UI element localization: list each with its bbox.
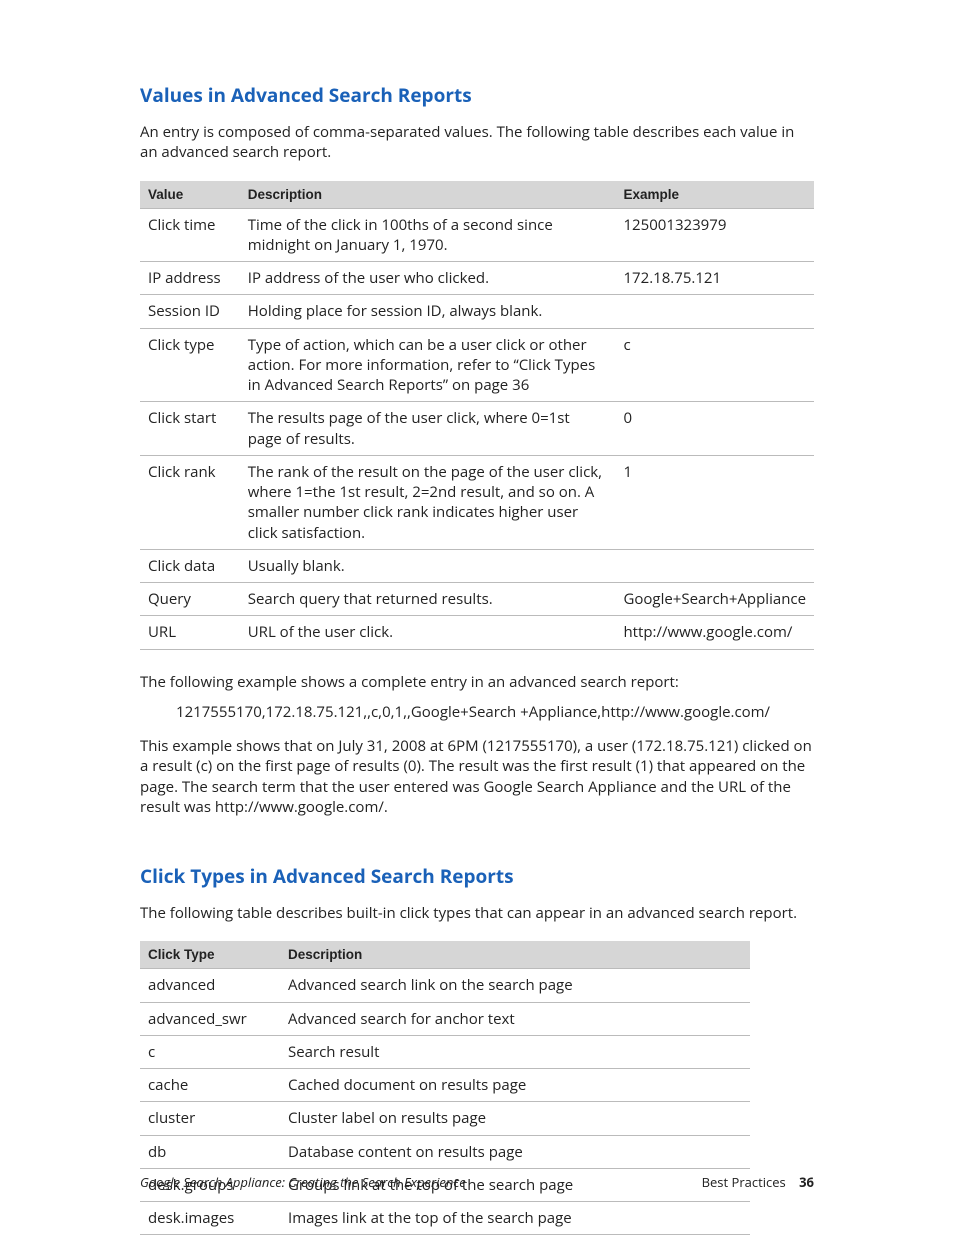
cell-description: The rank of the result on the page of th… — [240, 455, 616, 549]
footer-page-number: 36 — [799, 1173, 814, 1191]
cell-click-type: advanced — [140, 969, 280, 1002]
cell-description: Database content on results page — [280, 1135, 750, 1168]
table-values: Value Description Example Click time Tim… — [140, 181, 814, 650]
table-row: Click data Usually blank. — [140, 549, 814, 582]
cell-description: IP address of the user who clicked. — [240, 262, 616, 295]
table-row: cache Cached document on results page — [140, 1069, 750, 1102]
cell-value: Click time — [140, 208, 240, 262]
cell-value: Click type — [140, 328, 240, 402]
cell-value: Click rank — [140, 455, 240, 549]
footer-doc-title: Google Search Appliance: Creating the Se… — [140, 1173, 466, 1191]
cell-description: The results page of the user click, wher… — [240, 402, 616, 456]
footer-right: Best Practices 36 — [702, 1173, 814, 1191]
cell-click-type: cache — [140, 1069, 280, 1102]
cell-description: URL of the user click. — [240, 616, 616, 649]
table-row: db Database content on results page — [140, 1135, 750, 1168]
table-row: IP address IP address of the user who cl… — [140, 262, 814, 295]
col-header-value: Value — [140, 181, 240, 209]
cell-value: URL — [140, 616, 240, 649]
cell-description: Holding place for session ID, always bla… — [240, 295, 616, 328]
cell-click-type: cluster — [140, 1102, 280, 1135]
table-row: URL URL of the user click. http://www.go… — [140, 616, 814, 649]
intro-paragraph-1: An entry is composed of comma-separated … — [140, 122, 814, 163]
cell-value: IP address — [140, 262, 240, 295]
col-header-description: Description — [240, 181, 616, 209]
table-row: Query Search query that returned results… — [140, 583, 814, 616]
cell-value: Query — [140, 583, 240, 616]
example-intro: The following example shows a complete e… — [140, 672, 814, 692]
col-header-description: Description — [280, 941, 750, 969]
cell-click-type: db — [140, 1135, 280, 1168]
cell-example — [615, 295, 814, 328]
cell-click-type: desk.images — [140, 1202, 280, 1235]
cell-value: Session ID — [140, 295, 240, 328]
cell-description: Advanced search for anchor text — [280, 1002, 750, 1035]
cell-click-type: c — [140, 1035, 280, 1068]
cell-description: Time of the click in 100ths of a second … — [240, 208, 616, 262]
cell-example: c — [615, 328, 814, 402]
intro-paragraph-2: The following table describes built-in c… — [140, 903, 814, 923]
footer-section-label: Best Practices — [702, 1173, 786, 1191]
cell-value: Click start — [140, 402, 240, 456]
cell-description: Cached document on results page — [280, 1069, 750, 1102]
table-row: advanced_swr Advanced search for anchor … — [140, 1002, 750, 1035]
cell-example: 1 — [615, 455, 814, 549]
table-row: c Search result — [140, 1035, 750, 1068]
table-header-row: Value Description Example — [140, 181, 814, 209]
cell-description: Search query that returned results. — [240, 583, 616, 616]
col-header-example: Example — [615, 181, 814, 209]
cell-example: 172.18.75.121 — [615, 262, 814, 295]
table-row: Click time Time of the click in 100ths o… — [140, 208, 814, 262]
cell-description: Images link at the top of the search pag… — [280, 1202, 750, 1235]
heading-click-types-advanced-search-reports: Click Types in Advanced Search Reports — [140, 863, 814, 889]
cell-description: Advanced search link on the search page — [280, 969, 750, 1002]
table-row: Click rank The rank of the result on the… — [140, 455, 814, 549]
cell-example: Google+Search+Appliance — [615, 583, 814, 616]
cell-example — [615, 549, 814, 582]
cell-example: 0 — [615, 402, 814, 456]
example-entry-line: 1217555170,172.18.75.121,,c,0,1,,Google+… — [176, 702, 814, 722]
table-row: advanced Advanced search link on the sea… — [140, 969, 750, 1002]
table-header-row: Click Type Description — [140, 941, 750, 969]
table-row: cluster Cluster label on results page — [140, 1102, 750, 1135]
cell-description: Search result — [280, 1035, 750, 1068]
cell-example: http://www.google.com/ — [615, 616, 814, 649]
table-row: Click start The results page of the user… — [140, 402, 814, 456]
heading-values-advanced-search-reports: Values in Advanced Search Reports — [140, 82, 814, 108]
table-row: Session ID Holding place for session ID,… — [140, 295, 814, 328]
cell-value: Click data — [140, 549, 240, 582]
table-row: Click type Type of action, which can be … — [140, 328, 814, 402]
cell-description: Type of action, which can be a user clic… — [240, 328, 616, 402]
cell-description: Cluster label on results page — [280, 1102, 750, 1135]
table-row: desk.images Images link at the top of th… — [140, 1202, 750, 1235]
page-footer: Google Search Appliance: Creating the Se… — [140, 1173, 814, 1191]
col-header-click-type: Click Type — [140, 941, 280, 969]
cell-description: Usually blank. — [240, 549, 616, 582]
example-explanation: This example shows that on July 31, 2008… — [140, 736, 814, 817]
cell-click-type: advanced_swr — [140, 1002, 280, 1035]
cell-example: 125001323979 — [615, 208, 814, 262]
